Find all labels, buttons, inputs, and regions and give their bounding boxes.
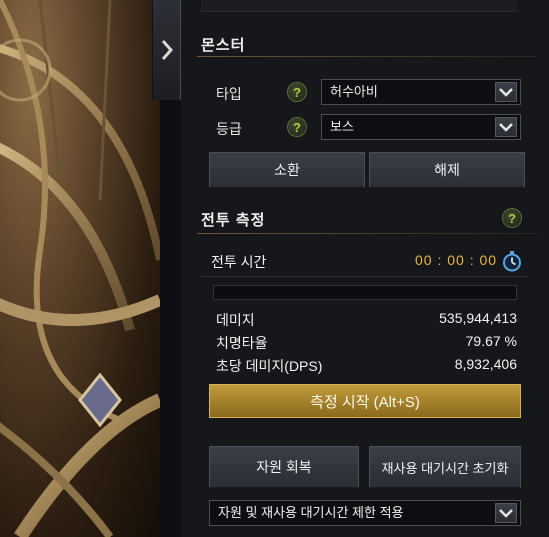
top-strip (201, 0, 517, 12)
type-select-value: 허수아비 (330, 84, 378, 99)
training-panel: 몬스터 타입 ? 허수아비 등급 ? 보스 소환 해제 전투 측정 ? 전투 시… (181, 0, 549, 537)
measure-progress-bar (213, 285, 517, 300)
dps-value: 8,932,406 (454, 356, 517, 372)
summon-button[interactable]: 소환 (209, 152, 365, 188)
limit-mode-select[interactable]: 자원 및 재사용 대기시간 제한 적용 (209, 500, 521, 526)
ornate-wheel-art (0, 0, 160, 537)
grade-select-value: 보스 (330, 119, 354, 134)
combat-time-value: 00 : 00 : 00 (415, 252, 498, 268)
section-divider (197, 56, 537, 57)
limit-mode-select-value: 자원 및 재사용 대기시간 제한 적용 (218, 505, 404, 520)
chevron-down-icon (495, 117, 517, 137)
type-label: 타입 (216, 86, 242, 102)
help-icon[interactable]: ? (287, 82, 307, 102)
release-button[interactable]: 해제 (369, 152, 525, 188)
timer-divider (201, 276, 529, 277)
type-select[interactable]: 허수아비 (321, 79, 521, 105)
cooldown-reset-button[interactable]: 재사용 대기시간 초기화 (369, 446, 521, 488)
start-measure-button[interactable]: 측정 시작 (Alt+S) (209, 384, 521, 418)
game-scene-background (0, 0, 160, 537)
help-icon[interactable]: ? (287, 117, 307, 137)
damage-value: 535,944,413 (439, 310, 517, 326)
help-icon[interactable]: ? (502, 208, 522, 228)
grade-select[interactable]: 보스 (321, 114, 521, 140)
crit-rate-label: 치명타율 (216, 335, 268, 351)
chevron-right-icon (161, 40, 173, 60)
panel-collapse-tab[interactable] (152, 0, 181, 100)
resource-recover-button[interactable]: 자원 회복 (209, 446, 359, 488)
combat-time-label: 전투 시간 (211, 254, 267, 270)
combat-section-title: 전투 측정 (201, 212, 266, 229)
stopwatch-icon[interactable] (501, 250, 523, 272)
grade-label: 등급 (216, 121, 242, 137)
damage-label: 데미지 (216, 312, 255, 328)
chevron-down-icon (495, 82, 517, 102)
chevron-down-icon (495, 503, 517, 523)
dps-label: 초당 데미지(DPS) (216, 358, 323, 374)
crit-rate-value: 79.67 % (465, 333, 517, 349)
section-divider (197, 233, 537, 234)
monster-section-title: 몬스터 (201, 37, 246, 54)
